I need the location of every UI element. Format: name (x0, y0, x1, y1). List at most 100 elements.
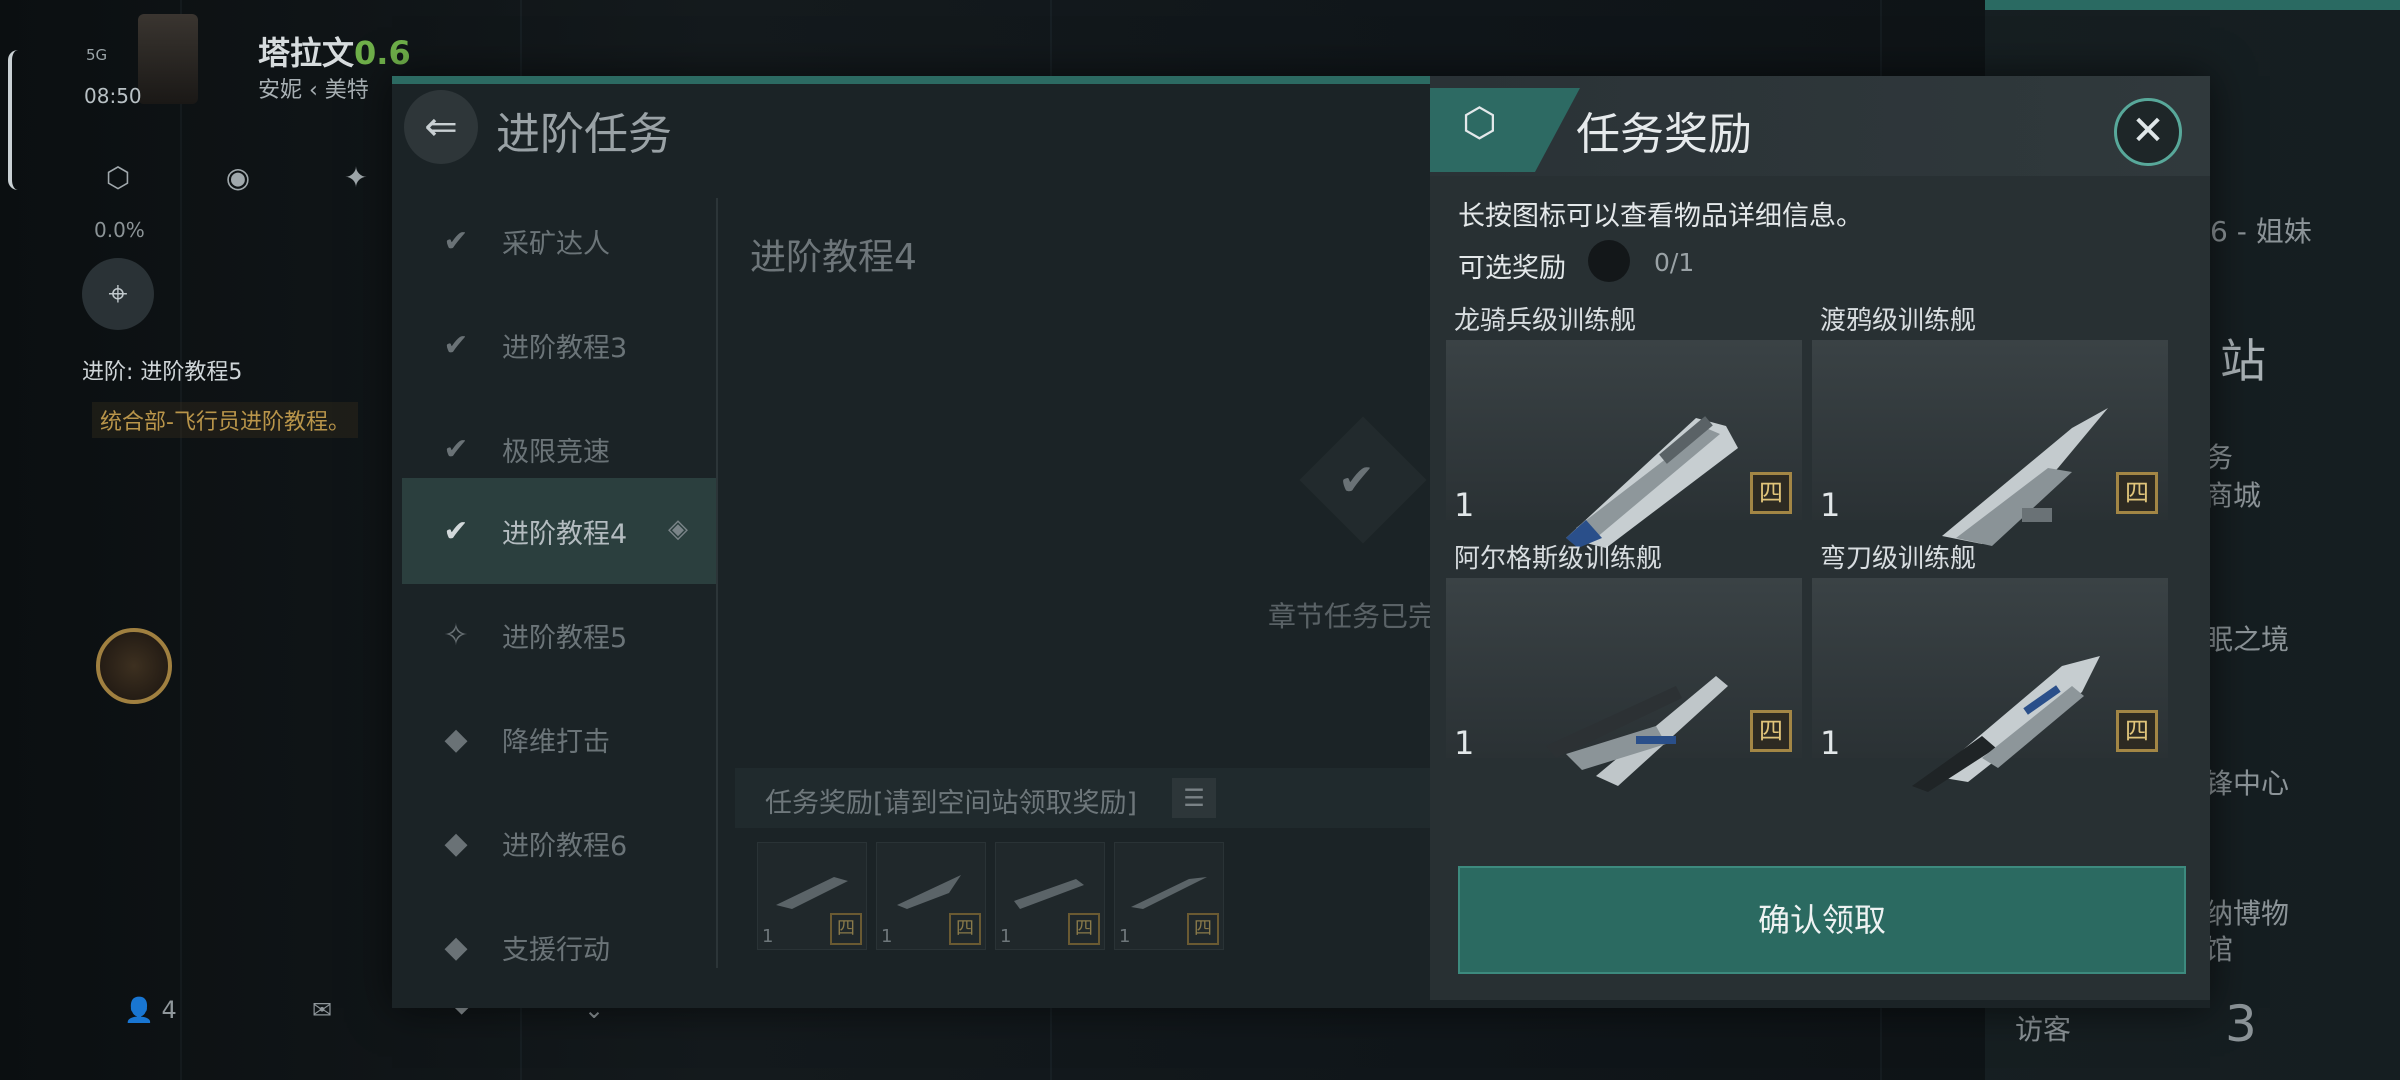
visitor-label[interactable]: 访客 (2015, 1008, 2071, 1048)
locked-icon: ◆ (444, 826, 468, 861)
side-handle[interactable] (8, 50, 18, 190)
reward-bar-label: 任务奖励[请到空间站领取奖励] (765, 788, 1138, 819)
security-status: 0.6 (354, 34, 411, 72)
mini-tier: 四 (1187, 913, 1219, 945)
reward-item-image (1446, 340, 1802, 548)
location-label[interactable]: 安妮 ‹ 美特 (258, 72, 369, 104)
confirm-claim-button[interactable]: 确认领取 (1458, 866, 2186, 974)
task-item[interactable]: ✔ 进阶教程3 (402, 294, 716, 398)
reward-item-image (1812, 578, 2168, 792)
chapter-title: 进阶教程4 (750, 237, 917, 278)
check-icon: ✔ (443, 432, 469, 467)
station-center[interactable]: 锋中心 (2205, 762, 2289, 802)
mail-icon[interactable]: ✉ (312, 985, 332, 1035)
reward-item-name: 阿尔格斯级训练舰 (1454, 544, 1663, 574)
station-dream[interactable]: 眠之境 (2205, 618, 2289, 658)
clock: 08:50 (84, 84, 142, 108)
optional-reward-label: 可选奖励 (1458, 253, 1566, 284)
map-pin-icon[interactable]: ⌖ (82, 258, 154, 330)
tier-badge: 四 (2116, 472, 2158, 514)
reward-panel-title: 任务奖励 (1576, 109, 1752, 160)
people-button[interactable]: 👤 4 (124, 985, 177, 1035)
reward-item-qty: 1 (1820, 724, 1841, 762)
box-icon: ⬡ (1462, 100, 1497, 146)
task-item[interactable]: ◆ 支援行动 (402, 896, 716, 980)
progress-percent: 0.0% (94, 218, 145, 242)
task-label: 降维打击 (502, 727, 610, 758)
mini-qty: 1 (1000, 926, 1012, 947)
divider (716, 198, 718, 968)
people-count: 4 (161, 996, 177, 1024)
task-label: 进阶教程5 (502, 623, 628, 654)
close-button[interactable]: ✕ (2114, 98, 2182, 166)
task-item[interactable]: ◆ 降维打击 (402, 688, 716, 792)
tier-badge: 四 (1750, 710, 1792, 752)
reward-item-qty: 1 (1820, 486, 1841, 524)
hint-text: 长按图标可以查看物品详细信息。 (1458, 201, 1863, 232)
tier-badge: 四 (1750, 472, 1792, 514)
check-icon: ✔ (1338, 455, 1375, 506)
person-icon: 👤 (124, 996, 154, 1024)
mission-tracker-desc[interactable]: 统合部-飞行员进阶教程。 (92, 402, 358, 438)
ship-icon (1942, 408, 2108, 546)
mini-tier: 四 (830, 913, 862, 945)
list-icon[interactable]: ☰ (1172, 778, 1216, 818)
task-item[interactable]: ✧ 进阶教程5 (402, 584, 716, 688)
reward-item-image (1446, 578, 1802, 786)
player-name: 塔拉文0.6 (258, 28, 411, 74)
task-item-active[interactable]: ✔ 进阶教程4 ◈ (402, 478, 716, 584)
mini-reward[interactable]: 1四 (757, 842, 867, 950)
ship-icon (897, 875, 961, 909)
task-label: 支援行动 (502, 935, 610, 966)
reward-item-card[interactable]: 渡鸦级训练舰 1 四 (1812, 300, 2168, 546)
reward-item-card[interactable]: 阿尔格斯级训练舰 1 四 (1446, 538, 1802, 786)
reward-item-name: 渡鸦级训练舰 (1820, 306, 1977, 336)
check-icon: ✔ (443, 514, 469, 549)
tier-badge: 四 (2116, 710, 2158, 752)
mini-qty: 1 (762, 926, 774, 947)
check-icon: ✔ (443, 328, 469, 363)
visitor-count: 3 (2225, 995, 2257, 1053)
close-icon: ✕ (2131, 108, 2165, 154)
avatar[interactable] (138, 14, 198, 104)
mini-tier: 四 (1068, 913, 1100, 945)
player-name-text: 塔拉文 (258, 34, 355, 72)
radar-icon[interactable] (96, 628, 172, 704)
back-button[interactable]: ⇐ (404, 90, 478, 164)
station-title: 站 (2220, 334, 2266, 388)
mini-qty: 1 (1119, 926, 1131, 947)
tag-icon: ◈ (668, 514, 688, 544)
reward-item-qty: 1 (1454, 724, 1475, 762)
station-market[interactable]: 商城 (2205, 474, 2261, 514)
mini-reward[interactable]: 1四 (1114, 842, 1224, 950)
reward-item-image (1812, 340, 2168, 546)
check-icon: ✔ (443, 224, 469, 259)
locked-icon: ◆ (444, 722, 468, 757)
task-label: 进阶教程3 (502, 333, 628, 364)
mini-qty: 1 (881, 926, 893, 947)
locked-icon: ◆ (444, 930, 468, 965)
task-label: 采矿达人 (502, 229, 610, 260)
reward-item-qty: 1 (1454, 486, 1475, 524)
task-item[interactable]: ◆ 进阶教程6 (402, 792, 716, 896)
reward-item-card[interactable]: 弯刀级训练舰 1 四 (1812, 538, 2168, 792)
station-museum[interactable]: 纳博物 (2205, 892, 2289, 932)
station-text: 6 - 姐妹 (2210, 215, 2312, 248)
skill-icon[interactable]: ◉ (218, 158, 258, 198)
cargo-icon[interactable]: ⬡ (98, 158, 138, 198)
reward-item-name: 龙骑兵级训练舰 (1454, 306, 1637, 336)
optional-reward-indicator (1588, 240, 1630, 282)
mini-reward[interactable]: 1四 (876, 842, 986, 950)
optional-reward-count: 0/1 (1654, 248, 1695, 277)
progress-icon: ✧ (443, 618, 469, 653)
mission-tracker-title[interactable]: 进阶: 进阶教程5 (82, 354, 242, 386)
reward-item-card[interactable]: 龙骑兵级训练舰 1 四 (1446, 300, 1802, 548)
reward-item-name: 弯刀级训练舰 (1820, 544, 1977, 574)
bg-streak (180, 0, 182, 1080)
task-list: ✔ 采矿达人 ✔ 进阶教程3 ✔ 极限竞速 ✔ 进阶教程4 ◈ ✧ 进阶教程5 ◆ 降维打击 … (402, 190, 716, 980)
task-item[interactable]: ✔ 采矿达人 (402, 190, 716, 294)
chapter-done-text: 章节任务已完 (1268, 600, 1437, 633)
task-label: 极限竞速 (502, 437, 610, 468)
fleet-icon[interactable]: ✦ (336, 158, 376, 198)
mini-reward[interactable]: 1四 (995, 842, 1105, 950)
